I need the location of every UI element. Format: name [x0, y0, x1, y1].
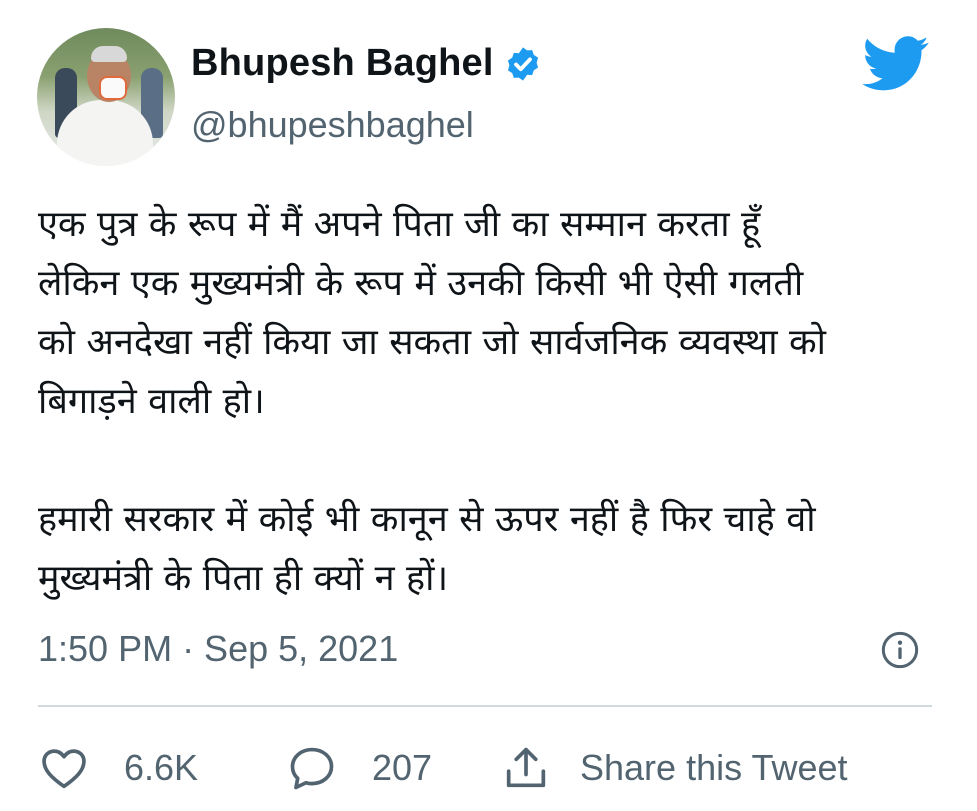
author-display-name[interactable]: Bhupesh Baghel: [191, 42, 494, 85]
divider: [38, 705, 932, 707]
speech-bubble-icon: [290, 747, 334, 790]
twitter-bird-icon[interactable]: [862, 36, 930, 92]
verified-badge-icon: [507, 46, 538, 81]
info-icon[interactable]: [880, 630, 920, 670]
tweet-actions-bar: 6.6K 207 Share this Tweet: [38, 738, 932, 798]
like-button[interactable]: 6.6K: [38, 738, 198, 798]
avatar-face-mask: [99, 76, 127, 100]
author-handle[interactable]: @bhupeshbaghel: [191, 104, 474, 146]
like-count: 6.6K: [124, 747, 199, 788]
avatar-person-hair: [91, 46, 127, 62]
share-label: Share this Tweet: [580, 747, 848, 788]
tweet-text: एक पुत्र के रूप में मैं अपने पिता जी का …: [38, 204, 826, 599]
tweet-meta-row: 1:50 PM · Sep 5, 2021: [38, 624, 932, 676]
author-name-row[interactable]: Bhupesh Baghel: [191, 42, 542, 85]
share-button[interactable]: Share this Tweet: [500, 738, 848, 798]
avatar[interactable]: [37, 28, 175, 166]
reply-button[interactable]: 207: [286, 738, 432, 798]
share-upload-icon: [506, 747, 546, 788]
tweet-timestamp[interactable]: 1:50 PM · Sep 5, 2021: [38, 628, 398, 670]
reply-count: 207: [372, 747, 433, 788]
heart-icon: [42, 749, 86, 789]
avatar-person-body: [57, 100, 153, 166]
tweet-card: Bhupesh Baghel @bhupeshbaghel एक पुत्र क…: [0, 0, 977, 811]
